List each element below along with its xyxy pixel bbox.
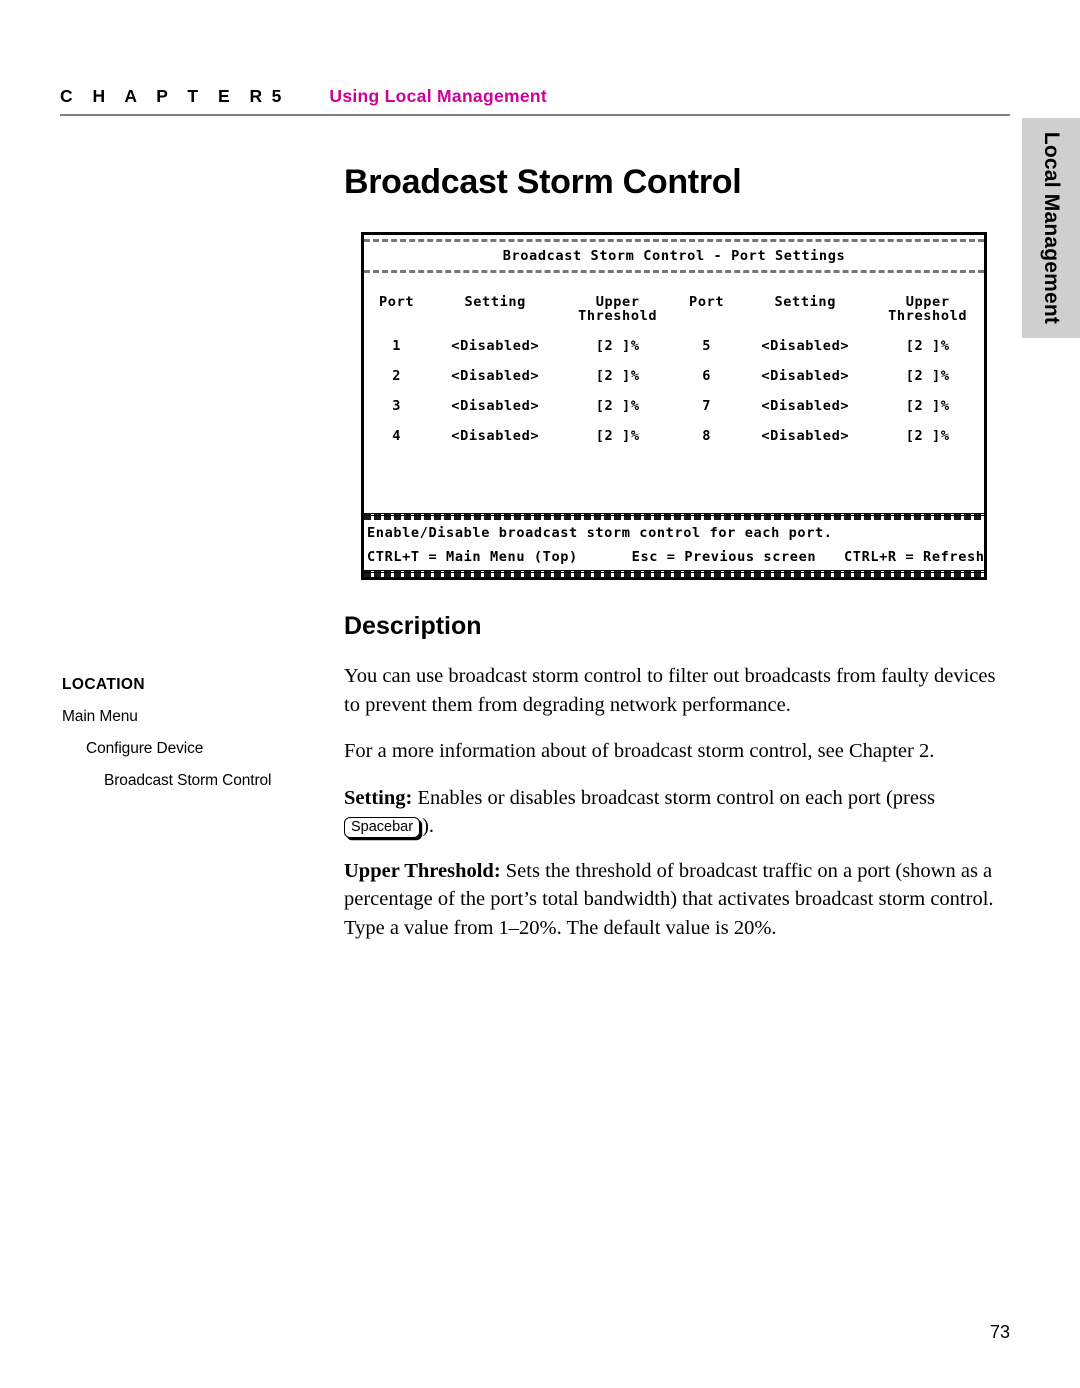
terminal-title-dashed-rule (364, 270, 984, 273)
chapter-number-label: 5 (271, 86, 282, 106)
location-item-main-menu: Main Menu (62, 708, 138, 725)
cell-setting[interactable]: <Disabled> (739, 399, 871, 413)
location-sidebar: LOCATION Main Menu Configure Device Broa… (62, 676, 330, 790)
terminal-status-line: Enable/Disable broadcast storm control f… (367, 525, 833, 541)
key-hint-refresh[interactable]: CTRL+R = Refresh (844, 550, 984, 564)
cell-port: 1 (392, 338, 401, 354)
cell-setting[interactable]: <Disabled> (739, 369, 871, 383)
terminal-table-header-row: Port Setting Upper Threshold Port Settin… (364, 295, 984, 323)
cell-threshold[interactable]: [2 ]% (561, 369, 674, 383)
chapter-title-label: Using Local Management (329, 86, 547, 106)
location-item-broadcast-storm-control: Broadcast Storm Control (104, 772, 272, 789)
location-item-configure-device: Configure Device (86, 740, 204, 757)
table-row: 3 <Disabled> [2 ]% 7 <Disabled> [2 ]% (364, 399, 984, 413)
cell-setting[interactable]: <Disabled> (429, 399, 561, 413)
column-header-setting-left: Setting (464, 294, 526, 310)
paragraph-upper-threshold: Upper Threshold: Sets the threshold of b… (344, 857, 1004, 943)
cell-port: 5 (702, 338, 711, 354)
terminal-footer: Enable/Disable broadcast storm control f… (364, 513, 984, 577)
cell-threshold[interactable]: [2 ]% (871, 339, 984, 353)
paragraph-setting: Setting: Enables or disables broadcast s… (344, 784, 1004, 841)
key-hint-previous-screen[interactable]: Esc = Previous screen (632, 550, 844, 564)
description-body: You can use broadcast storm control to f… (344, 662, 1004, 960)
cell-port: 7 (702, 398, 711, 414)
cell-port: 8 (702, 428, 711, 444)
chapter-word-label: C H A P T E R (60, 86, 270, 106)
terminal-screen: Broadcast Storm Control - Port Settings … (361, 232, 987, 580)
setting-term-text-end: ). (422, 815, 435, 837)
terminal-table: Port Setting Upper Threshold Port Settin… (364, 295, 984, 443)
table-row: 1 <Disabled> [2 ]% 5 <Disabled> [2 ]% (364, 339, 984, 353)
cell-setting[interactable]: <Disabled> (429, 339, 561, 353)
cell-threshold[interactable]: [2 ]% (561, 399, 674, 413)
cell-threshold[interactable]: [2 ]% (561, 429, 674, 443)
header-divider-rule (60, 114, 1010, 116)
terminal-footer-top-rule (364, 513, 984, 520)
terminal-key-hints: CTRL+T = Main Menu (Top) Esc = Previous … (364, 540, 984, 570)
cell-threshold[interactable]: [2 ]% (561, 339, 674, 353)
column-header-setting-right: Setting (774, 294, 836, 310)
cell-threshold[interactable]: [2 ]% (871, 399, 984, 413)
paragraph-intro: You can use broadcast storm control to f… (344, 665, 996, 716)
page-title: Broadcast Storm Control (344, 163, 742, 201)
cell-port: 4 (392, 428, 401, 444)
table-row: 4 <Disabled> [2 ]% 8 <Disabled> [2 ]% (364, 429, 984, 443)
cell-setting[interactable]: <Disabled> (429, 429, 561, 443)
cell-setting[interactable]: <Disabled> (739, 339, 871, 353)
column-header-upper-threshold-right: Upper Threshold (888, 294, 968, 324)
cell-threshold[interactable]: [2 ]% (871, 429, 984, 443)
paragraph-cross-reference: For a more information about of broadcas… (344, 740, 935, 762)
page-number: 73 (989, 1322, 1010, 1342)
side-tab-label: Local Management (1040, 131, 1063, 325)
threshold-term-label: Upper Threshold: (344, 859, 501, 882)
terminal-bottom-rule (364, 570, 984, 577)
cell-setting[interactable]: <Disabled> (429, 369, 561, 383)
cell-threshold[interactable]: [2 ]% (871, 369, 984, 383)
spacebar-keycap[interactable]: Spacebar (344, 817, 421, 838)
key-hint-main-menu[interactable]: CTRL+T = Main Menu (Top) (367, 550, 632, 564)
location-title: LOCATION (62, 676, 145, 693)
setting-term-text: Enables or disables broadcast storm cont… (412, 786, 935, 809)
terminal-screen-title: Broadcast Storm Control - Port Settings (502, 248, 846, 264)
cell-setting[interactable]: <Disabled> (739, 429, 871, 443)
setting-term-label: Setting: (344, 786, 413, 809)
column-header-upper-threshold-left: Upper Threshold (578, 294, 658, 324)
section-heading-description: Description (344, 612, 482, 640)
table-row: 2 <Disabled> [2 ]% 6 <Disabled> [2 ]% (364, 369, 984, 383)
cell-port: 3 (392, 398, 401, 414)
cell-port: 2 (392, 368, 401, 384)
column-header-port-left: Port (379, 294, 415, 310)
side-tab-local-management: Local Management (1022, 118, 1080, 338)
column-header-port-right: Port (689, 294, 725, 310)
cell-port: 6 (702, 368, 711, 384)
